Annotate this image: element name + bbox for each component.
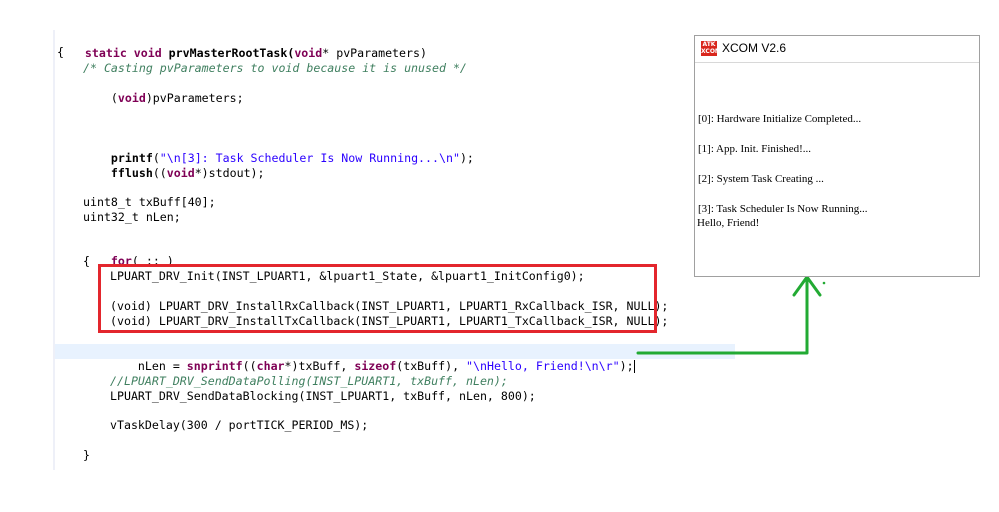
xcom-title: XCOM V2.6 (722, 41, 787, 55)
xcom-logo-icon: ATK XCOM (701, 41, 721, 56)
code-line-close-brace: } (83, 448, 90, 462)
code-line-task-delay: vTaskDelay(300 / portTICK_PERIOD_MS); (110, 418, 369, 432)
highlight-box (98, 264, 657, 333)
code-line-loop-brace: { (83, 254, 90, 268)
code-line-nlen-decl: uint32_t nLen; (83, 210, 181, 224)
code-line-snprintf: nLen = snprintf((char*)txBuff, sizeof(tx… (137, 359, 635, 373)
serial-output-line: [0]: Hardware Initialize Completed... (698, 113, 862, 125)
xcom-titlebar[interactable]: ATK XCOM XCOM V2.6 (695, 36, 979, 63)
serial-output-area[interactable]: [0]: Hardware Initialize Completed... [1… (695, 63, 979, 276)
code-line-printf: printf("\n[3]: Task Scheduler Is Now Run… (110, 151, 474, 165)
code-line-for-loop: for( ;; ) (110, 254, 174, 268)
code-line-void-cast: (void)pvParameters; (110, 91, 244, 105)
serial-output-line: [3]: Task Scheduler Is Now Running... (698, 203, 868, 215)
xcom-window[interactable]: ATK XCOM XCOM V2.6 [0]: Hardware Initiali… (694, 35, 980, 277)
serial-output-line: [2]: System Task Creating ... (698, 173, 824, 185)
editor-gutter (53, 30, 55, 470)
serial-output-line: Hello, Friend! (697, 217, 760, 229)
code-line-txbuff-decl: uint8_t txBuff[40]; (83, 195, 216, 209)
code-line-function-signature: static void prvMasterRootTask(void* pvPa… (84, 46, 427, 60)
serial-output-line: [1]: App. Init. Finished!... (698, 143, 812, 155)
code-editor[interactable]: static void prvMasterRootTask(void* pvPa… (0, 0, 740, 512)
code-line-comment: /* Casting pvParameters to void because … (83, 61, 467, 75)
code-line-open-brace: { (57, 45, 64, 59)
green-arrow-icon (636, 275, 826, 355)
code-line-fflush: fflush((void*)stdout); (110, 166, 265, 180)
code-line-send-blocking: LPUART_DRV_SendDataBlocking(INST_LPUART1… (110, 389, 536, 403)
code-line-commented-polling: //LPUART_DRV_SendDataPolling(INST_LPUART… (110, 374, 508, 388)
